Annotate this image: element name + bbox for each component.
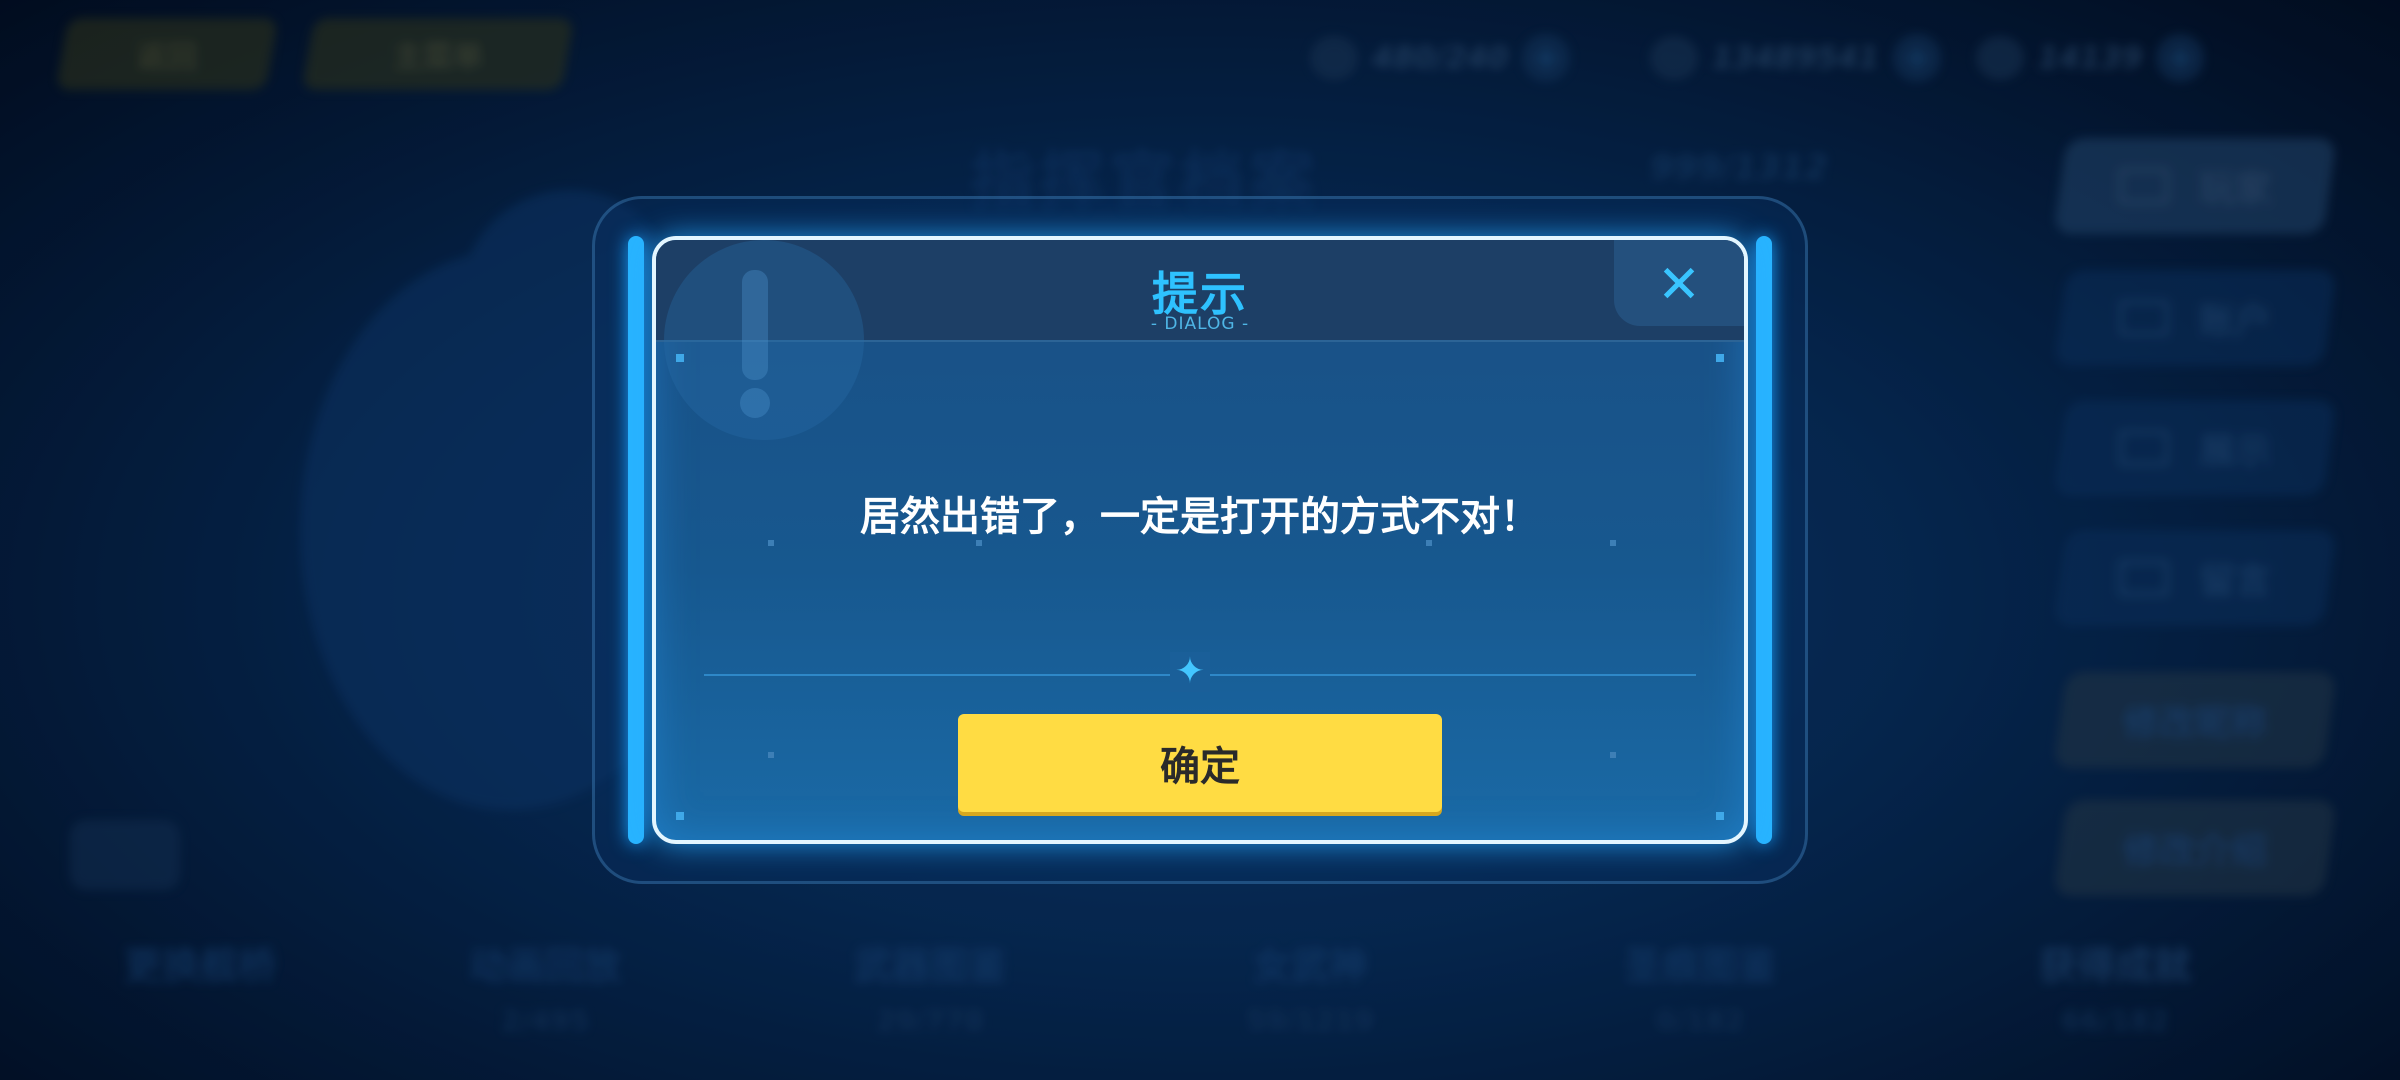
dialog-left-bracket <box>628 236 644 844</box>
grid-dot <box>768 752 774 758</box>
dialog-right-bracket <box>1756 236 1772 844</box>
dialog-message: 居然出错了，一定是打开的方式不对！ <box>860 494 1540 540</box>
close-icon[interactable]: ✕ <box>1654 259 1704 311</box>
corner-marker <box>676 812 684 820</box>
corner-marker <box>1716 354 1724 362</box>
confirm-button[interactable]: 确定 <box>958 714 1442 812</box>
error-dialog: 提示 - DIALOG - ✕ 居然出错了，一定是打开的方式不对！ ✦ 确定 <box>652 236 1748 844</box>
grid-dot <box>1610 752 1616 758</box>
sparkle-icon: ✦ <box>1170 652 1210 692</box>
confirm-button-label: 确定 <box>1160 744 1240 790</box>
dialog-subtitle: - DIALOG - <box>1150 314 1250 334</box>
corner-marker <box>676 354 684 362</box>
exclamation-icon-dot <box>740 388 770 418</box>
corner-marker <box>1716 812 1724 820</box>
